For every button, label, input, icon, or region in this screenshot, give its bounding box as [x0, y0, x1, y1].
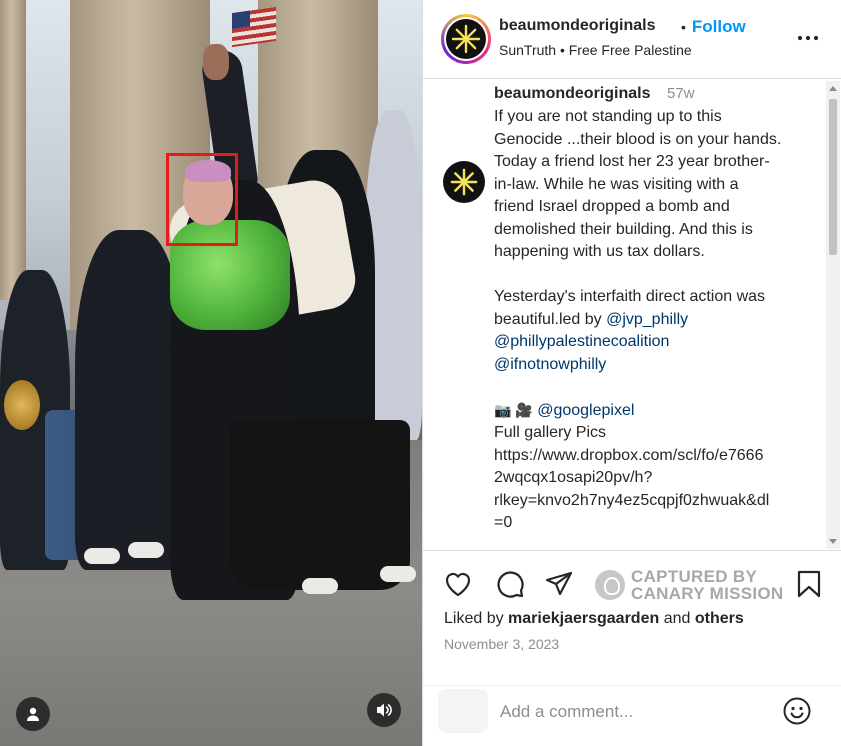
- sun-icon: [450, 168, 478, 196]
- caption-line: in-law. While he was visiting with a: [494, 175, 739, 193]
- caption-line: If you are not standing up to this: [494, 108, 722, 125]
- comment-bar: [423, 685, 841, 746]
- comment-bubble-icon: [497, 571, 524, 598]
- mention-philly-palestine-coalition[interactable]: @phillypalestinecoalition: [494, 333, 669, 350]
- watermark-text: CAPTURED BY CANARY MISSION: [631, 568, 784, 602]
- watermark-line: CANARY MISSION: [631, 584, 784, 603]
- caption-line: Genocide ...their blood is on your hands…: [494, 130, 782, 148]
- heart-icon: [445, 572, 471, 597]
- bookmark-icon: [797, 570, 821, 598]
- save-button[interactable]: [794, 569, 824, 599]
- caption-avatar[interactable]: [443, 161, 485, 203]
- header-subtitle[interactable]: SunTruth • Free Free Palestine: [499, 42, 692, 58]
- caption-line: 📷 🎥 @googlepixel: [494, 399, 814, 423]
- post-header: beaumondeoriginals • Follow SunTruth • Fr…: [423, 0, 841, 79]
- paper-plane-icon: [545, 571, 573, 596]
- photo-saxophone: [4, 380, 40, 430]
- photo-person: [75, 230, 185, 570]
- more-options-button[interactable]: [796, 28, 820, 48]
- caption-section[interactable]: beaumondeoriginals 57w If you are not st…: [423, 80, 841, 550]
- photo-shoe: [128, 542, 164, 558]
- dot-separator: •: [681, 19, 686, 35]
- liked-by-others[interactable]: others: [695, 610, 744, 627]
- canary-mission-watermark: CAPTURED BY CANARY MISSION: [595, 566, 785, 604]
- gallery-url-line: =0: [494, 514, 513, 531]
- caption-line: demolished their building. And this is: [494, 220, 753, 238]
- sun-logo-icon: [443, 161, 485, 203]
- canary-seal-icon: [595, 570, 625, 600]
- gallery-url-line: 2wqcqx1osapi20pv/h?: [494, 469, 653, 486]
- caption-line: happening with us tax dollars.: [494, 243, 705, 260]
- caption-line: Yesterday's interfaith direct action was: [494, 288, 766, 305]
- highlight-box: [166, 153, 238, 246]
- caption-line: beautiful.led by @jvp_philly: [494, 309, 814, 332]
- follow-button[interactable]: • Follow: [681, 17, 746, 37]
- mention-jvp-philly[interactable]: @jvp_philly: [606, 311, 688, 328]
- scroll-up-arrow-icon[interactable]: [829, 86, 837, 91]
- like-button[interactable]: [443, 569, 473, 599]
- watermark-line: CAPTURED BY: [631, 567, 758, 586]
- user-icon: [27, 707, 39, 721]
- caption-line: Full gallery Pics: [494, 424, 607, 441]
- caption-line: friend Israel dropped a bomb and: [494, 198, 730, 215]
- scroll-down-arrow-icon[interactable]: [829, 539, 837, 544]
- liked-by-and: and: [659, 610, 695, 627]
- post-date[interactable]: November 3, 2023: [444, 636, 559, 652]
- emoji-button[interactable]: [782, 696, 812, 726]
- audio-toggle-button[interactable]: [367, 693, 401, 727]
- gallery-url-line: https://www.dropbox.com/scl/fo/e7666: [494, 446, 764, 464]
- caption-username[interactable]: beaumondeoriginals: [494, 85, 650, 103]
- camera-emoji-icons: 📷 🎥: [494, 401, 533, 418]
- tagged-users-button[interactable]: [16, 697, 50, 731]
- current-user-avatar: [438, 689, 488, 733]
- sun-icon: [451, 24, 481, 54]
- mention-ifnotnowphilly[interactable]: @ifnotnowphilly: [494, 356, 606, 373]
- photo-flag: [232, 6, 276, 48]
- post-panel: beaumondeoriginals • Follow SunTruth • Fr…: [422, 0, 841, 746]
- emoji-smiley-icon: [783, 697, 811, 725]
- liked-by-user[interactable]: mariekjaersgaarden: [508, 610, 659, 627]
- caption-text-fragment: beautiful.led by: [494, 310, 607, 328]
- post-actions: CAPTURED BY CANARY MISSION Liked by mari…: [423, 550, 841, 685]
- photo-shoe: [84, 548, 120, 564]
- sun-logo-icon: [446, 19, 486, 59]
- caption-line: Today a friend lost her 23 year brother-: [494, 153, 770, 170]
- photo-shoe: [380, 566, 416, 582]
- follow-label: Follow: [691, 17, 746, 36]
- mention-googlepixel[interactable]: @googlepixel: [537, 402, 634, 419]
- profile-avatar[interactable]: [441, 14, 491, 64]
- gallery-url-line: rlkey=knvo2h7ny4ez5cqpjf0zhwuak&dl: [494, 491, 770, 509]
- photo-raised-fist: [203, 44, 229, 80]
- photo-column: [0, 0, 26, 300]
- photo-shoe: [302, 578, 338, 594]
- post-media[interactable]: [0, 0, 422, 746]
- header-username[interactable]: beaumondeoriginals: [499, 17, 655, 35]
- comment-button[interactable]: [495, 569, 525, 599]
- post-age[interactable]: 57w: [667, 85, 695, 102]
- caption-scrollbar[interactable]: [826, 81, 840, 549]
- comment-input[interactable]: [500, 701, 770, 723]
- liked-by-prefix: Liked by: [444, 610, 509, 627]
- speaker-icon: [377, 703, 392, 717]
- liked-by: Liked by mariekjaersgaarden and others: [444, 610, 744, 628]
- more-horizontal-icon: [797, 35, 819, 41]
- share-button[interactable]: [544, 569, 574, 599]
- photo-person-legs: [230, 420, 410, 590]
- caption-text: If you are not standing up to this Genoc…: [494, 106, 814, 535]
- scrollbar-thumb[interactable]: [829, 99, 837, 255]
